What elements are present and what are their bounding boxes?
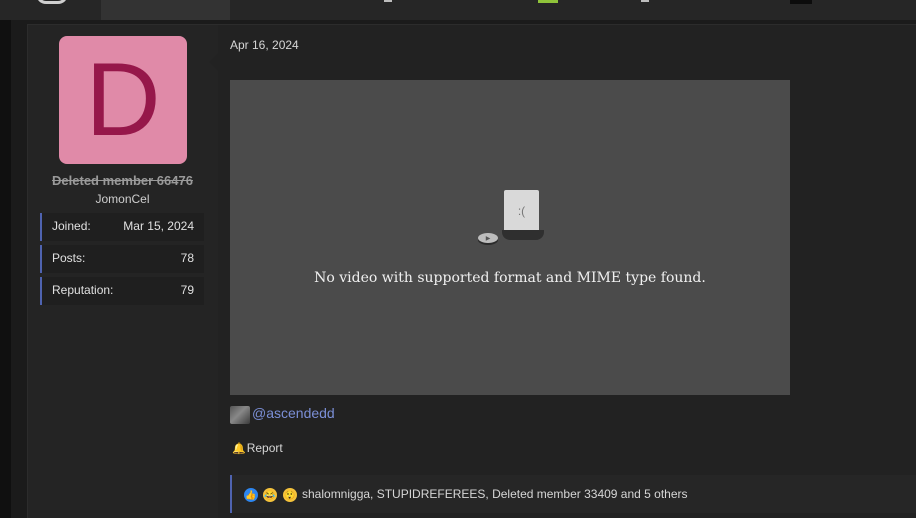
reaction-summary[interactable]: shalomnigga, STUPIDREFEREES, Deleted mem… (302, 487, 688, 501)
media-disc-icon: ▶ (478, 233, 498, 243)
nav-dark-item[interactable] (790, 0, 812, 4)
stat-joined: Joined: Mar 15, 2024 (40, 213, 204, 241)
stat-value: 78 (180, 251, 194, 265)
stat-label: Posts: (52, 251, 86, 265)
reactions-bar: 👍 😂 😲 shalomnigga, STUPIDREFEREES, Delet… (230, 475, 916, 513)
file-icon-shadow (502, 230, 544, 240)
user-avatar[interactable]: D (59, 36, 187, 164)
mention-avatar[interactable] (230, 406, 250, 424)
post-date[interactable]: Apr 16, 2024 (230, 38, 299, 52)
stat-value: 79 (180, 283, 194, 297)
mention-link[interactable]: @ascendedd (252, 405, 335, 421)
username[interactable]: Deleted member 66476 (30, 173, 215, 188)
report-button[interactable]: 🔔Report (232, 441, 283, 455)
nav-green-indicator[interactable] (538, 0, 558, 3)
left-gutter (0, 20, 11, 518)
bell-icon: 🔔 (232, 443, 246, 455)
broken-file-icon: :( (504, 190, 539, 232)
site-logo[interactable] (36, 0, 68, 4)
nav-tab-fragment[interactable] (384, 0, 392, 2)
video-error-message: No video with supported format and MIME … (314, 270, 706, 286)
user-title: JomonCel (95, 192, 150, 206)
stat-posts: Posts: 78 (40, 245, 204, 273)
stat-label: Reputation: (52, 283, 114, 297)
haha-icon[interactable]: 😂 (263, 488, 277, 502)
nav-tab-fragment-2[interactable] (641, 0, 649, 2)
message-arrow (209, 52, 219, 72)
avatar-letter: D (85, 42, 161, 158)
nav-tab-active[interactable] (101, 0, 230, 20)
report-label: Report (246, 441, 283, 455)
wow-icon[interactable]: 😲 (283, 488, 297, 502)
video-player[interactable]: ▶ :( No video with supported format and … (230, 80, 790, 395)
top-navigation-bar (0, 0, 916, 20)
like-icon[interactable]: 👍 (244, 488, 258, 502)
stat-value: Mar 15, 2024 (123, 219, 194, 233)
stat-label: Joined: (52, 219, 91, 233)
stat-reputation: Reputation: 79 (40, 277, 204, 305)
